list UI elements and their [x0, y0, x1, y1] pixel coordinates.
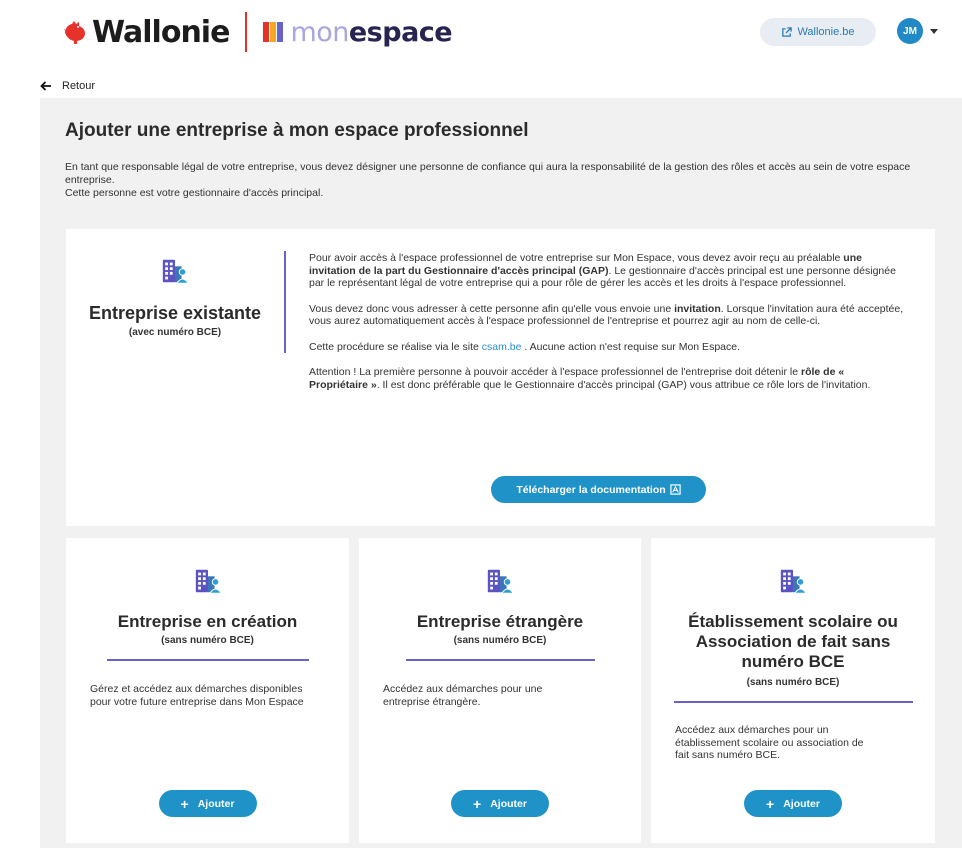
card-foreign-company: Entreprise étrangère (sans numéro BCE) A…	[359, 538, 641, 843]
card-title: Établissement scolaire ou Association de…	[688, 612, 898, 671]
user-avatar[interactable]: JM	[897, 18, 923, 44]
existing-company-heading: Entreprise existante (avec numéro BCE)	[66, 229, 284, 526]
card-description: Accédez aux démarches pour un établissem…	[675, 724, 864, 761]
arrow-left-icon	[40, 81, 51, 91]
add-label: Ajouter	[490, 797, 527, 810]
page-title: Ajouter une entreprise à mon espace prof…	[65, 120, 529, 141]
existing-paragraph-2: Vous devez donc vous adresser à cette pe…	[309, 302, 904, 328]
wallonie-be-link[interactable]: Wallonie.be	[760, 18, 876, 46]
page-intro: En tant que responsable légal de votre e…	[65, 161, 945, 200]
existing-description: Pour avoir accès à l'espace professionne…	[309, 252, 905, 404]
back-link[interactable]: Retour	[40, 80, 95, 92]
add-school-association-button[interactable]: + Ajouter	[744, 790, 842, 817]
existing-subtitle: (avec numéro BCE)	[128, 327, 222, 338]
card-title: Entreprise en création	[117, 612, 298, 631]
card-description: Gérez et accédez aux démarches disponibl…	[90, 683, 304, 708]
existing-paragraph-1: Pour avoir accès à l'espace professionne…	[309, 252, 896, 289]
plus-icon: +	[180, 795, 189, 812]
back-label: Retour	[62, 80, 96, 92]
building-user-icon	[487, 569, 514, 594]
horizontal-divider	[107, 659, 309, 661]
rooster-icon	[64, 21, 85, 44]
monespace-logo: monespace	[263, 17, 453, 48]
monespace-wordmark: monespace	[290, 17, 452, 48]
brand-espace: espace	[348, 16, 453, 48]
intro-text-1: En tant que responsable légal de votre e…	[65, 161, 911, 186]
download-documentation-button[interactable]: Télécharger la documentation	[491, 476, 706, 503]
intro-text-2: Cette personne est votre gestionnaire d'…	[65, 187, 324, 199]
brand-mon: mon	[290, 16, 349, 48]
existing-paragraph-4: Attention ! La première personne à pouvo…	[309, 366, 871, 391]
download-label: Télécharger la documentation	[516, 483, 666, 496]
plus-icon: +	[766, 795, 775, 812]
wallonie-wordmark: Wallonie	[92, 14, 230, 50]
card-subtitle: (sans numéro BCE)	[161, 635, 254, 646]
horizontal-divider	[674, 701, 913, 703]
card-existing-company: Entreprise existante (avec numéro BCE) P…	[66, 229, 935, 526]
brand-separator	[245, 12, 248, 52]
csam-link[interactable]: csam.be	[482, 341, 522, 353]
pdf-icon	[670, 484, 681, 495]
vertical-divider	[284, 251, 286, 353]
building-user-icon	[194, 569, 222, 594]
card-company-in-creation: Entreprise en création (sans numéro BCE)…	[66, 538, 349, 843]
external-link-icon	[782, 26, 793, 37]
caret-down-icon[interactable]	[930, 29, 938, 34]
brand-logo[interactable]: Wallonie monespace	[62, 10, 453, 54]
card-school-association: Établissement scolaire ou Association de…	[651, 538, 935, 843]
building-user-icon	[162, 259, 189, 284]
existing-title: Entreprise existante	[88, 303, 262, 323]
card-description: Accédez aux démarches pour une entrepris…	[383, 683, 543, 708]
monespace-icon	[263, 22, 284, 42]
building-user-icon	[780, 569, 807, 594]
plus-icon: +	[473, 795, 482, 812]
card-subtitle: (sans numéro BCE)	[453, 635, 547, 646]
top-header: Wallonie monespace Wallonie.be JM	[0, 0, 962, 66]
add-label: Ajouter	[783, 797, 820, 810]
add-label: Ajouter	[197, 797, 235, 810]
wallonie-link-label: Wallonie.be	[797, 26, 855, 38]
existing-paragraph-3: Cette procédure se réalise via le site c…	[309, 340, 740, 353]
card-subtitle: (sans numéro BCE)	[746, 677, 840, 688]
wallonie-logo: Wallonie	[62, 14, 230, 50]
add-foreign-company-button[interactable]: + Ajouter	[451, 790, 549, 817]
card-title: Entreprise étrangère	[416, 612, 584, 631]
main-content: Ajouter une entreprise à mon espace prof…	[40, 98, 962, 848]
horizontal-divider	[406, 659, 595, 661]
add-company-in-creation-button[interactable]: + Ajouter	[158, 790, 257, 817]
